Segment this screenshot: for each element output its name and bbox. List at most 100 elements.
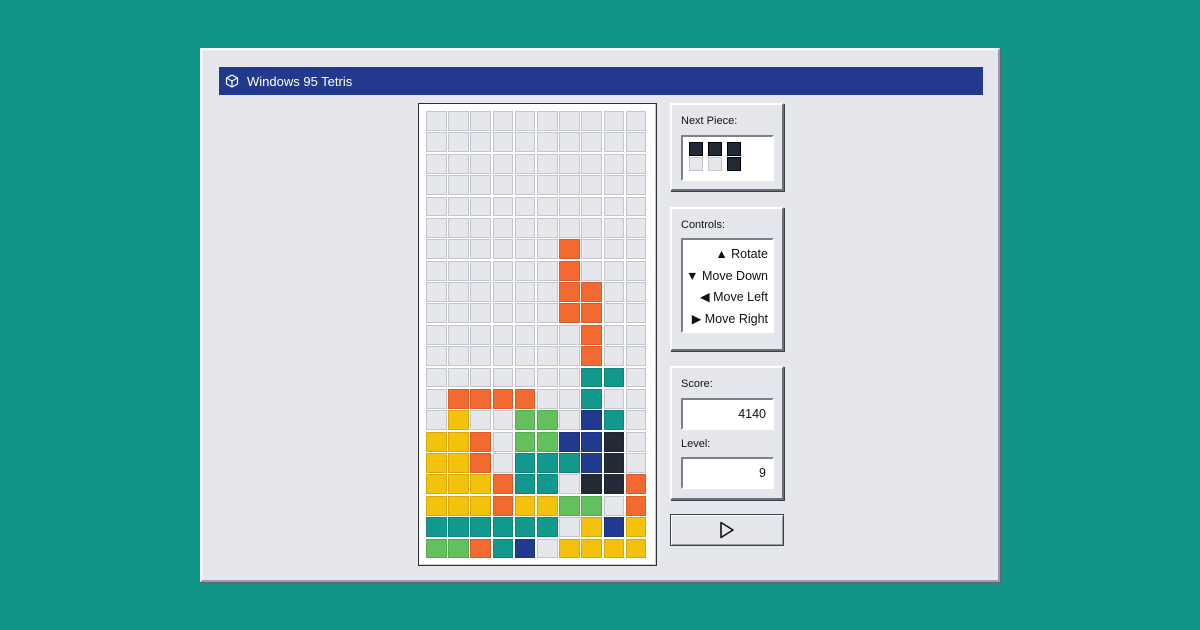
block-cell	[537, 453, 558, 473]
game-board	[418, 103, 657, 566]
block-cell	[603, 538, 625, 559]
block-cell	[470, 474, 492, 495]
block-cell	[625, 474, 647, 495]
block-cell	[581, 495, 603, 516]
empty-cell	[514, 175, 536, 196]
empty-cell	[603, 324, 625, 345]
empty-cell	[514, 217, 536, 238]
block-cell	[426, 538, 447, 559]
empty-cell	[537, 303, 558, 324]
empty-cell	[537, 282, 558, 302]
block-cell	[470, 538, 492, 559]
empty-cell	[426, 282, 447, 302]
empty-cell	[492, 111, 514, 131]
block-cell	[448, 410, 469, 431]
block-cell	[492, 474, 514, 495]
controls-label: Controls:	[681, 219, 726, 231]
empty-cell	[470, 367, 492, 388]
empty-cell	[470, 324, 492, 345]
empty-cell	[559, 153, 580, 174]
control-rotate: ▲ Rotate	[715, 247, 768, 261]
empty-cell	[625, 282, 647, 302]
block-cell	[603, 410, 625, 431]
cube-icon	[225, 74, 239, 88]
empty-cell	[448, 260, 469, 281]
empty-cell	[470, 132, 492, 153]
empty-cell	[625, 410, 647, 431]
play-icon	[720, 521, 734, 539]
empty-cell	[470, 153, 492, 174]
empty-cell	[448, 282, 469, 302]
next-piece-block	[689, 142, 703, 156]
title-bar[interactable]: Windows 95 Tetris	[219, 67, 983, 95]
next-piece-empty	[708, 157, 722, 171]
block-cell	[603, 453, 625, 473]
controls-panel: Controls: ▲ Rotate ▼ Move Down ◀ Move Le…	[670, 207, 784, 351]
empty-cell	[537, 175, 558, 196]
block-cell	[581, 282, 603, 302]
empty-cell	[625, 431, 647, 452]
empty-cell	[559, 175, 580, 196]
empty-cell	[559, 132, 580, 153]
block-cell	[537, 410, 558, 431]
empty-cell	[492, 175, 514, 196]
empty-cell	[514, 282, 536, 302]
empty-cell	[426, 324, 447, 345]
empty-cell	[603, 495, 625, 516]
block-cell	[448, 474, 469, 495]
block-cell	[492, 538, 514, 559]
empty-cell	[625, 324, 647, 345]
empty-cell	[470, 175, 492, 196]
empty-cell	[448, 239, 469, 260]
block-cell	[537, 517, 558, 538]
empty-cell	[426, 367, 447, 388]
block-cell	[426, 431, 447, 452]
empty-cell	[492, 153, 514, 174]
empty-cell	[492, 303, 514, 324]
empty-cell	[470, 282, 492, 302]
empty-cell	[581, 153, 603, 174]
empty-cell	[537, 388, 558, 409]
next-piece-block	[708, 142, 722, 156]
empty-cell	[603, 153, 625, 174]
block-cell	[625, 538, 647, 559]
block-cell	[426, 495, 447, 516]
level-field: 9	[681, 457, 774, 489]
window-title: Windows 95 Tetris	[247, 73, 353, 89]
empty-cell	[426, 410, 447, 431]
block-cell	[581, 303, 603, 324]
empty-cell	[625, 111, 647, 131]
controls-box: ▲ Rotate ▼ Move Down ◀ Move Left ▶ Move …	[681, 238, 774, 333]
empty-cell	[625, 153, 647, 174]
block-cell	[581, 367, 603, 388]
block-cell	[448, 431, 469, 452]
block-cell	[514, 474, 536, 495]
empty-cell	[470, 346, 492, 367]
play-button[interactable]	[670, 514, 784, 546]
block-cell	[492, 517, 514, 538]
next-piece-block	[727, 142, 741, 156]
empty-cell	[514, 346, 536, 367]
empty-cell	[625, 303, 647, 324]
empty-cell	[603, 132, 625, 153]
block-cell	[426, 474, 447, 495]
block-cell	[514, 517, 536, 538]
block-cell	[603, 517, 625, 538]
empty-cell	[426, 303, 447, 324]
empty-cell	[625, 346, 647, 367]
empty-cell	[537, 196, 558, 217]
block-cell	[470, 453, 492, 473]
empty-cell	[470, 111, 492, 131]
block-cell	[426, 517, 447, 538]
empty-cell	[426, 111, 447, 131]
empty-cell	[603, 303, 625, 324]
empty-cell	[514, 260, 536, 281]
block-cell	[581, 324, 603, 345]
block-cell	[448, 517, 469, 538]
empty-cell	[537, 324, 558, 345]
block-cell	[559, 303, 580, 324]
empty-cell	[603, 388, 625, 409]
control-move-down: ▼ Move Down	[686, 268, 768, 283]
empty-cell	[537, 217, 558, 238]
empty-cell	[581, 239, 603, 260]
